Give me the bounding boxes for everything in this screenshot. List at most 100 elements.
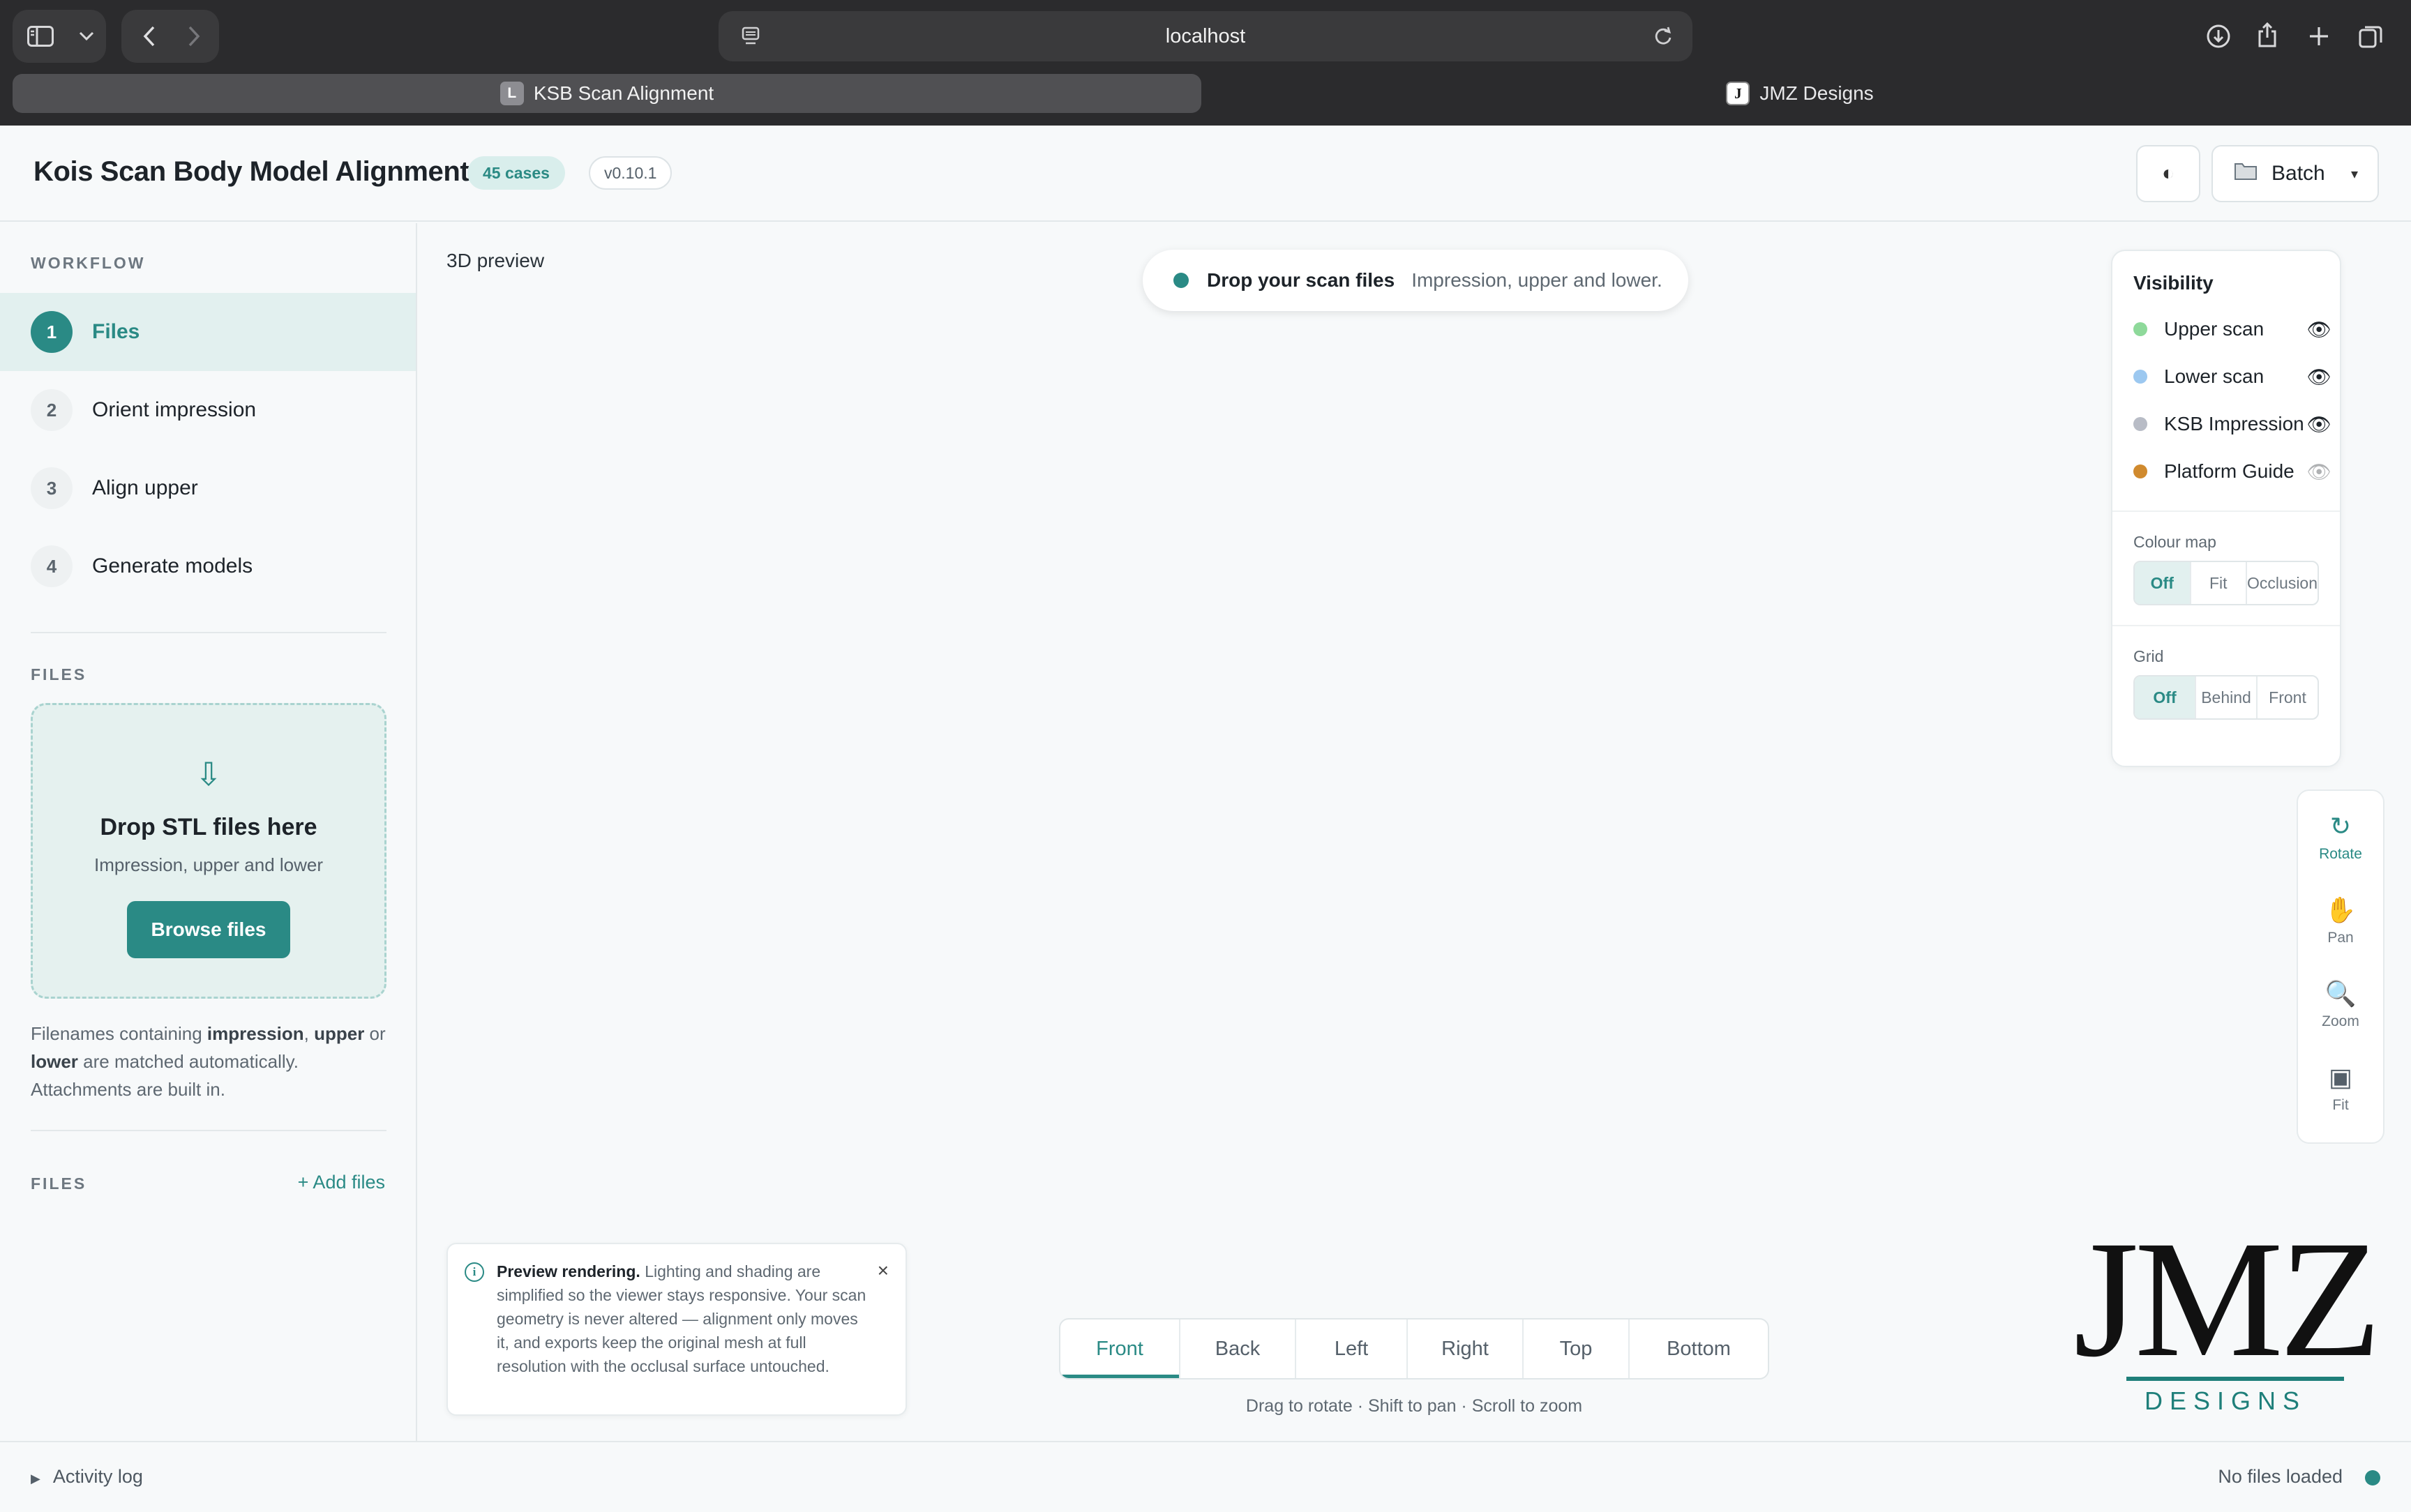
tab-favicon: L	[500, 82, 524, 105]
share-icon[interactable]	[2251, 18, 2284, 52]
banner-subtitle: Impression, upper and lower.	[1411, 269, 1662, 291]
grid-off[interactable]: Off	[2135, 676, 2196, 718]
forward-icon[interactable]	[177, 20, 211, 53]
disclosure-triangle-icon: ▶	[31, 1472, 40, 1485]
arrow-down-icon: ⇩	[195, 756, 223, 792]
grid-front[interactable]: Front	[2258, 676, 2318, 718]
view-tab-left[interactable]: Left	[1296, 1320, 1408, 1378]
browse-files-button[interactable]: Browse files	[127, 901, 290, 958]
colour-map-fit[interactable]: Fit	[2191, 562, 2248, 604]
sidebar-toggle-group[interactable]	[13, 10, 106, 63]
eye-icon[interactable]: 👁	[2306, 365, 2331, 388]
logo-mark: JMZ	[2073, 1206, 2381, 1391]
sidebar-icon[interactable]	[24, 20, 57, 53]
tab-overview-icon[interactable]	[2354, 20, 2387, 53]
address-bar[interactable]: localhost	[719, 11, 1692, 61]
banner-title: Drop your scan files	[1207, 269, 1395, 291]
step-number: 3	[31, 467, 73, 509]
3d-viewport[interactable]: 3D preview Drop your scan files Impressi…	[419, 223, 2411, 1441]
tool-rail: ↻ Rotate ✋ Pan 🔍 Zoom ▣ Fit	[2297, 789, 2384, 1144]
browser-chrome: localhost L KSB Scan Alignment J JMZ Des…	[0, 0, 2411, 126]
dropzone-title: Drop STL files here	[100, 814, 317, 840]
colour-map-off[interactable]: Off	[2135, 562, 2191, 604]
fit-tool[interactable]: ▣ Fit	[2298, 1053, 2383, 1123]
download-icon[interactable]	[2202, 20, 2235, 53]
pan-tool[interactable]: ✋ Pan	[2298, 886, 2383, 955]
step-label: Orient impression	[92, 398, 257, 421]
page-title: Kois Scan Body Model Alignment	[33, 156, 470, 187]
step-number: 2	[31, 389, 73, 431]
visibility-panel: Visibility Upper scan 👁 Lower scan 👁 KSB…	[2111, 250, 2341, 767]
colour-map-label: Colour map	[2133, 533, 2216, 551]
batch-label: Batch	[2271, 162, 2325, 185]
history-nav-group	[121, 10, 219, 63]
rotate-tool[interactable]: ↻ Rotate	[2298, 802, 2383, 872]
grid-behind[interactable]: Behind	[2196, 676, 2258, 718]
visibility-row-lower-scan[interactable]: Lower scan 👁	[2133, 363, 2331, 391]
status-dot	[1173, 273, 1189, 288]
step-orient-impression[interactable]: 2 Orient impression	[0, 371, 416, 449]
reload-icon[interactable]	[1648, 21, 1678, 52]
files-section-label: FILES	[31, 665, 87, 683]
view-tab-top[interactable]: Top	[1524, 1320, 1630, 1378]
close-icon[interactable]: ×	[878, 1260, 889, 1282]
folder-icon	[2234, 161, 2258, 186]
visibility-row-ksb-impression[interactable]: KSB Impression 👁	[2133, 410, 2331, 438]
step-label: Files	[92, 320, 140, 343]
tab-jmz-designs[interactable]: J JMZ Designs	[1201, 74, 2398, 113]
divider	[31, 632, 386, 633]
status-dot	[2365, 1470, 2380, 1485]
sidebar: WORKFLOW 1 Files 2 Orient impression 3 A…	[0, 223, 417, 1441]
visibility-row-upper-scan[interactable]: Upper scan 👁	[2133, 315, 2331, 343]
chevron-down-icon[interactable]	[73, 20, 100, 53]
theme-toggle-button[interactable]: ◐	[2136, 145, 2200, 202]
step-generate-models[interactable]: 4 Generate models	[0, 527, 416, 605]
activity-log-label: Activity log	[52, 1466, 143, 1487]
grid-toggle: Off Behind Front	[2133, 675, 2319, 720]
contrast-icon: ◐	[2161, 162, 2175, 185]
status-text: No files loaded	[2218, 1466, 2343, 1487]
cases-badge: 45 cases	[467, 156, 565, 190]
dropzone-subtitle: Impression, upper and lower	[93, 854, 324, 875]
activity-log-toggle[interactable]: ▶ Activity log	[31, 1466, 143, 1488]
colour-map-occlusion[interactable]: Occlusion	[2247, 562, 2318, 604]
view-tab-bottom[interactable]: Bottom	[1630, 1320, 1768, 1378]
preview-label: 3D preview	[446, 250, 545, 271]
tool-label: Pan	[2327, 930, 2354, 946]
address-text[interactable]: localhost	[719, 11, 1692, 61]
rotate-icon: ↻	[2329, 812, 2352, 840]
color-dot	[2133, 417, 2147, 431]
fit-icon: ▣	[2328, 1063, 2352, 1091]
view-tab-front[interactable]: Front	[1060, 1320, 1180, 1378]
navigation-hint: Drag to rotate · Shift to pan · Scroll t…	[1245, 1396, 1583, 1416]
hand-icon: ✋	[2324, 895, 2357, 924]
tab-ksb-scan-alignment[interactable]: L KSB Scan Alignment	[13, 74, 1201, 113]
divider	[2112, 625, 2340, 626]
add-files-link[interactable]: + Add files	[298, 1172, 385, 1193]
back-icon[interactable]	[133, 20, 166, 53]
visibility-row-platform-guide[interactable]: Platform Guide 👁	[2133, 458, 2331, 485]
divider	[2112, 511, 2340, 512]
file-dropzone[interactable]: ⇩ Drop STL files here Impression, upper …	[31, 703, 386, 999]
app-header: Kois Scan Body Model Alignment 45 cases …	[0, 126, 2411, 222]
batch-button[interactable]: Batch ▾	[2211, 145, 2379, 202]
colour-map-toggle: Off Fit Occlusion	[2133, 561, 2319, 605]
preview-info-card: i Preview rendering. Lighting and shadin…	[446, 1243, 907, 1416]
new-tab-icon[interactable]	[2302, 20, 2336, 53]
jmz-designs-logo: JMZ DESIGNS	[2072, 1206, 2381, 1415]
color-dot	[2133, 370, 2147, 384]
step-files[interactable]: 1 Files	[0, 293, 416, 371]
eye-hidden-icon[interactable]: 👁	[2306, 460, 2331, 483]
eye-icon[interactable]: 👁	[2306, 318, 2331, 341]
view-tabs: Front Back Left Right Top Bottom	[1059, 1318, 1769, 1379]
step-align-upper[interactable]: 3 Align upper	[0, 449, 416, 527]
drop-scan-files-banner: Drop your scan files Impression, upper a…	[1143, 250, 1688, 311]
zoom-tool[interactable]: 🔍 Zoom	[2298, 969, 2383, 1039]
step-label: Generate models	[92, 554, 253, 577]
tool-label: Zoom	[2322, 1013, 2359, 1029]
view-tab-back[interactable]: Back	[1180, 1320, 1296, 1378]
view-tab-right[interactable]: Right	[1408, 1320, 1524, 1378]
tool-label: Rotate	[2319, 846, 2362, 862]
version-badge: v0.10.1	[589, 156, 673, 190]
eye-icon[interactable]: 👁	[2306, 413, 2331, 436]
